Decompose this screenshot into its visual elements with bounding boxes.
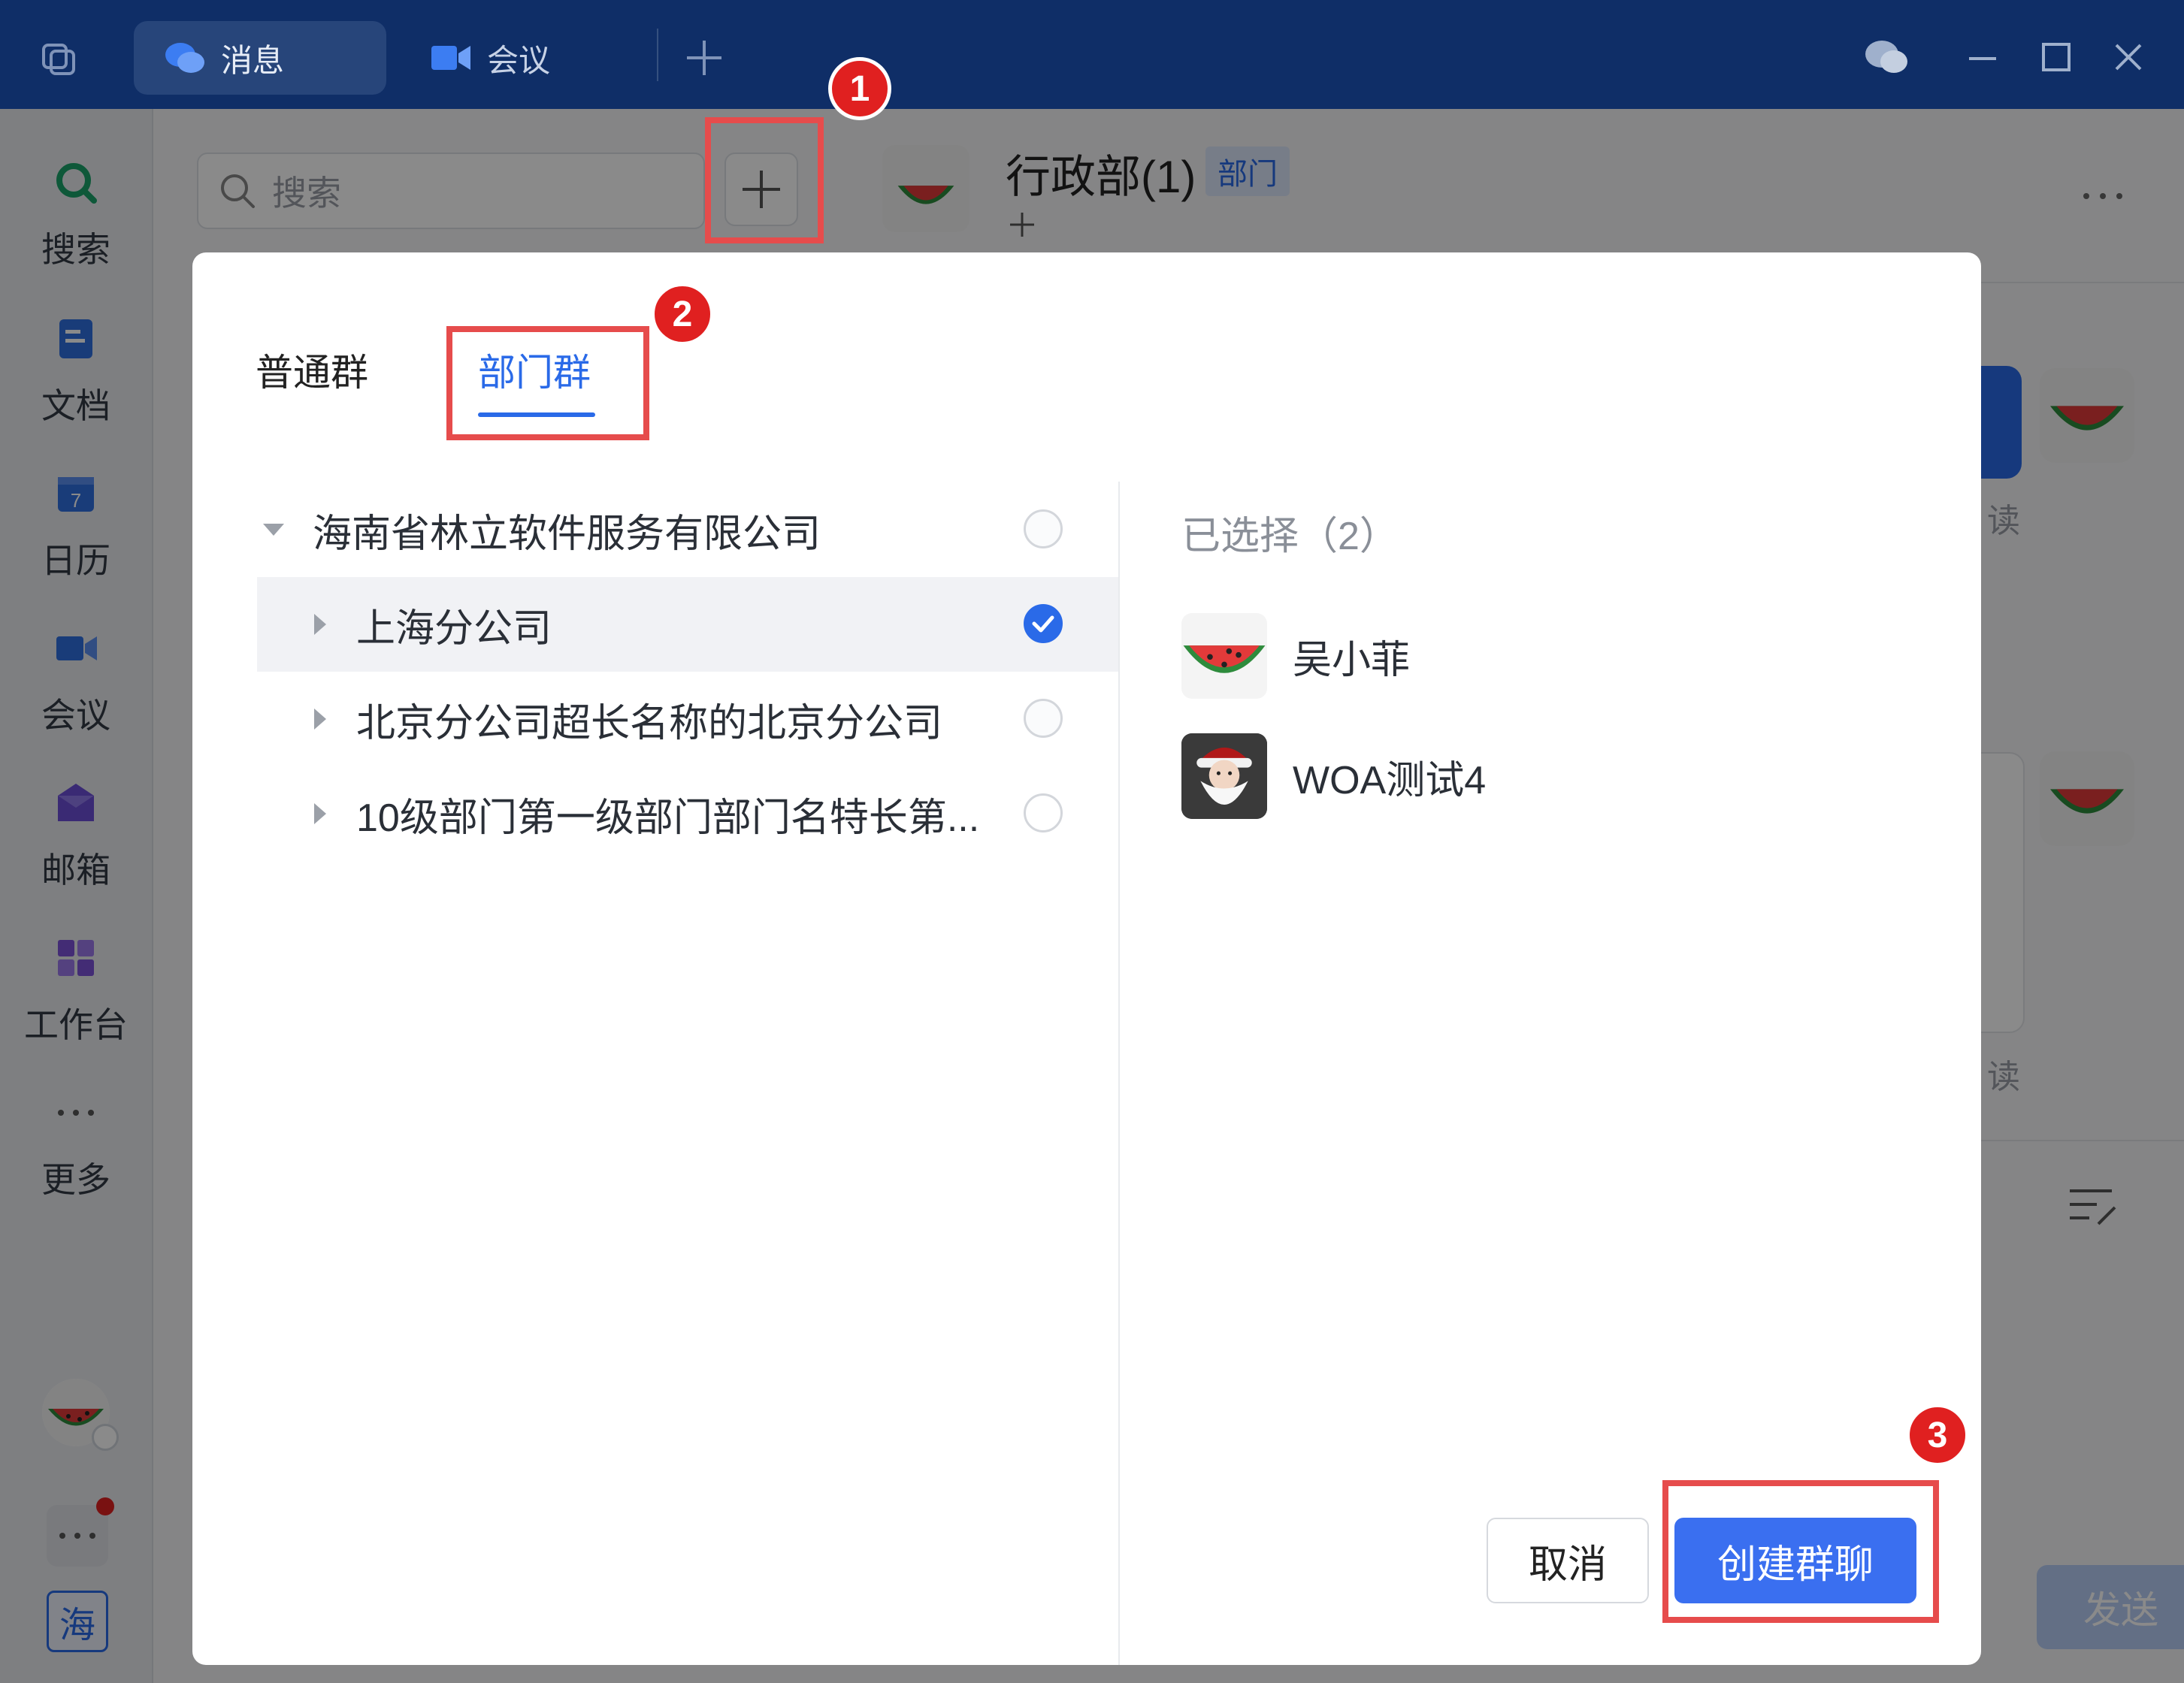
caret-right-icon[interactable] xyxy=(314,709,326,730)
maximize-icon[interactable] xyxy=(2037,38,2076,77)
tab-messages[interactable]: 消息 xyxy=(134,21,386,95)
step-badge-2: 2 xyxy=(651,283,714,346)
wechat-icon[interactable] xyxy=(1864,38,1909,77)
checkbox-level10[interactable] xyxy=(1024,793,1063,832)
selected-member: WOA测试4 xyxy=(1181,733,1486,819)
create-group-dialog: 普通群 部门群 海南省林立软件服务有限公司 上海分公司 北京分公司超长名称的北京… xyxy=(192,252,1981,1665)
tree-node-shanghai[interactable]: 上海分公司 xyxy=(257,577,1118,672)
caret-right-icon[interactable] xyxy=(314,803,326,824)
tab-meeting[interactable]: 会议 xyxy=(430,21,603,95)
checkmark-icon xyxy=(1032,615,1054,633)
tree-node-label: 上海分公司 xyxy=(356,606,552,651)
tree-node-label: 北京分公司超长名称的北京分公司 xyxy=(356,701,943,745)
panel-divider xyxy=(1118,482,1120,1665)
close-icon[interactable] xyxy=(2109,38,2148,77)
app-logo-icon xyxy=(42,44,75,75)
selected-member-name: WOA测试4 xyxy=(1293,758,1487,802)
tab-normal-group[interactable]: 普通群 xyxy=(256,343,368,397)
santa-avatar xyxy=(1181,733,1267,819)
highlight-box-3 xyxy=(1662,1480,1939,1623)
new-tab-plus-icon[interactable] xyxy=(684,38,724,78)
video-camera-icon xyxy=(431,46,470,70)
minimize-icon[interactable] xyxy=(1963,38,2002,77)
highlight-box-1 xyxy=(705,117,824,243)
tree-node-label: 海南省林立软件服务有限公司 xyxy=(313,512,821,556)
checkbox-shanghai[interactable] xyxy=(1024,604,1063,643)
tree-node-label: 10级部门第一级部门部门名特长第... xyxy=(356,796,980,840)
tab-meeting-label: 会议 xyxy=(487,42,551,78)
tab-divider xyxy=(657,29,658,81)
checkbox-company[interactable] xyxy=(1024,509,1063,548)
step-badge-1: 1 xyxy=(828,57,891,120)
title-bar: 消息 会议 xyxy=(0,0,2184,109)
santa-avatar-icon xyxy=(1181,733,1267,819)
step-badge-3: 3 xyxy=(1906,1404,1969,1467)
tree-node-level10[interactable]: 10级部门第一级部门部门名特长第... xyxy=(257,766,1118,861)
selected-member: 吴小菲 xyxy=(1181,613,1410,699)
checkbox-beijing[interactable] xyxy=(1024,699,1063,738)
chat-bubbles-icon xyxy=(165,43,204,73)
highlight-box-2 xyxy=(446,326,649,440)
caret-right-icon[interactable] xyxy=(314,614,326,635)
watermelon-avatar xyxy=(1181,613,1267,699)
caret-down-icon[interactable] xyxy=(263,524,284,536)
tab-messages-label: 消息 xyxy=(221,42,285,78)
tree-node-company[interactable]: 海南省林立软件服务有限公司 xyxy=(257,482,1118,577)
selected-member-name: 吴小菲 xyxy=(1293,638,1411,682)
watermelon-avatar-icon xyxy=(1181,613,1267,699)
selected-count-title: 已选择（2） xyxy=(1181,515,1399,558)
tree-node-beijing[interactable]: 北京分公司超长名称的北京分公司 xyxy=(257,672,1118,766)
cancel-button[interactable]: 取消 xyxy=(1487,1518,1649,1603)
